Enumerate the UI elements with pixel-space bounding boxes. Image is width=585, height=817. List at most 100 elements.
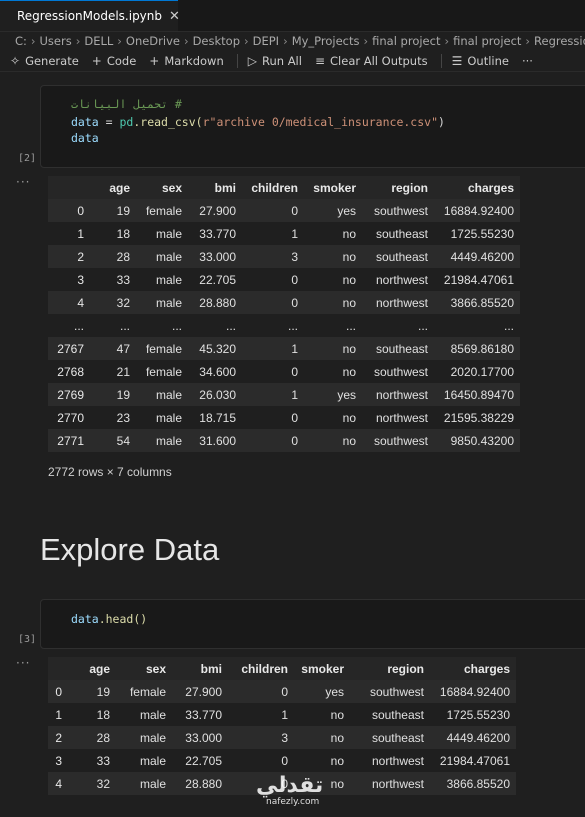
table-cell: 0 bbox=[291, 203, 298, 218]
row-index: 3 bbox=[55, 753, 62, 768]
table-cell: 34.600 bbox=[199, 364, 236, 379]
generate-button[interactable]: ✧ Generate bbox=[10, 54, 79, 68]
more-actions-button[interactable]: ··· bbox=[522, 54, 533, 68]
table-cell: no bbox=[342, 341, 356, 356]
breadcrumb-item[interactable]: My_Projects bbox=[292, 34, 360, 48]
row-index: ... bbox=[73, 318, 84, 333]
table-header-row: age sex bmi children smoker region charges bbox=[48, 657, 516, 680]
table-cell: northwest bbox=[371, 753, 424, 768]
breadcrumb-item[interactable]: Users bbox=[40, 34, 72, 48]
breadcrumb-item[interactable]: Desktop bbox=[193, 34, 240, 48]
table-cell: no bbox=[342, 364, 356, 379]
column-header: children bbox=[251, 180, 298, 195]
table-row: 2770 23 male 18.715 0 no northwest 21595.38229 bbox=[48, 406, 520, 429]
row-index: 4 bbox=[77, 295, 84, 310]
add-code-button[interactable]: + Code bbox=[92, 54, 137, 68]
chevron-right-icon: › bbox=[363, 34, 369, 48]
table-cell: 19 bbox=[116, 203, 130, 218]
chevron-right-icon: › bbox=[525, 34, 531, 48]
code-token-var: data bbox=[71, 115, 99, 129]
code-cell-3[interactable]: data.head() bbox=[40, 599, 585, 649]
run-all-button[interactable]: ▷ Run All bbox=[248, 54, 302, 68]
table-cell: northwest bbox=[375, 410, 428, 425]
close-icon[interactable]: ✕ bbox=[169, 9, 180, 24]
table-row: 1 18 male 33.770 1 no southeast 1725.55230 bbox=[48, 703, 516, 726]
table-cell: male bbox=[155, 433, 182, 448]
table-cell: southeast bbox=[375, 341, 428, 356]
row-index: 2 bbox=[55, 730, 62, 745]
column-header: bmi bbox=[214, 180, 236, 195]
table-cell: male bbox=[155, 387, 182, 402]
table-row: 0 19 female 27.900 0 yes southwest 16884.92400 bbox=[48, 199, 520, 222]
code-token-eq: = bbox=[98, 115, 120, 129]
tab-regression-notebook[interactable]: RegressionModels.ipynb ✕ bbox=[0, 0, 180, 31]
table-cell: female bbox=[145, 203, 182, 218]
table-cell: no bbox=[342, 433, 356, 448]
table-cell: 1 bbox=[291, 387, 298, 402]
table-cell: ... bbox=[225, 318, 236, 333]
column-header: smoker bbox=[313, 180, 356, 195]
sparkle-icon: ✧ bbox=[10, 54, 21, 68]
breadcrumb-item[interactable]: DELL bbox=[84, 34, 113, 48]
table-cell: 3866.85520 bbox=[446, 776, 510, 791]
code-cell-2[interactable]: # تحميل البيانات data = pd.read_csv(r"ar… bbox=[40, 85, 585, 168]
table-cell: 27.900 bbox=[199, 203, 236, 218]
column-header: age bbox=[89, 661, 110, 676]
breadcrumb-item[interactable]: final project bbox=[453, 34, 521, 48]
code-token-function: .head() bbox=[98, 612, 148, 626]
table-cell: southeast bbox=[375, 226, 428, 241]
list-icon: ☰ bbox=[451, 54, 463, 68]
outline-button[interactable]: ☰ Outline bbox=[452, 54, 509, 68]
table-cell: southwest bbox=[373, 364, 428, 379]
run-all-label: Run All bbox=[261, 54, 302, 68]
chevron-right-icon: › bbox=[183, 34, 189, 48]
table-cell: ... bbox=[171, 318, 182, 333]
clear-all-outputs-button[interactable]: ≡ Clear All Outputs bbox=[315, 54, 428, 68]
breadcrumb-item[interactable]: DEPI bbox=[253, 34, 279, 48]
markdown-heading: Explore Data bbox=[40, 532, 220, 567]
breadcrumb-item[interactable]: final project bbox=[372, 34, 440, 48]
table-cell: 2020.17700 bbox=[450, 364, 514, 379]
chevron-right-icon: › bbox=[30, 34, 36, 48]
table-cell: southeast bbox=[371, 730, 424, 745]
breadcrumb-item[interactable]: OneDrive bbox=[126, 34, 180, 48]
code-token-string: r"archive 0/medical_insurance.csv" bbox=[202, 115, 438, 129]
ellipsis-icon: ··· bbox=[521, 54, 533, 68]
column-header: bmi bbox=[200, 661, 222, 676]
table-cell: 0 bbox=[281, 684, 288, 699]
code-line-head: data.head() bbox=[71, 612, 147, 626]
column-header: charges bbox=[463, 661, 510, 676]
table-cell: 18 bbox=[116, 226, 130, 241]
toolbar-divider bbox=[236, 54, 238, 68]
table-cell: northwest bbox=[371, 776, 424, 791]
table-cell: 0 bbox=[291, 272, 298, 287]
table-cell: 28.880 bbox=[185, 776, 222, 791]
run-all-icon: ▷ bbox=[247, 54, 257, 68]
table-cell: 0 bbox=[291, 433, 298, 448]
table-row: 3 33 male 22.705 0 no northwest 21984.47061 bbox=[48, 268, 520, 291]
table-cell: ... bbox=[503, 318, 514, 333]
table-cell: male bbox=[155, 295, 182, 310]
table-cell: male bbox=[139, 776, 166, 791]
plus-icon: + bbox=[91, 54, 102, 68]
output-menu-icon[interactable]: ··· bbox=[16, 656, 30, 670]
clear-all-label: Clear All Outputs bbox=[330, 54, 428, 68]
execution-count: [2] bbox=[18, 153, 37, 164]
output-menu-icon[interactable]: ··· bbox=[16, 175, 30, 189]
table-cell: 1 bbox=[291, 226, 298, 241]
chevron-right-icon: › bbox=[117, 34, 122, 48]
column-header: charges bbox=[467, 180, 514, 195]
chevron-right-icon: › bbox=[283, 34, 288, 48]
add-markdown-button[interactable]: + Markdown bbox=[149, 54, 223, 68]
code-comment: # تحميل البيانات bbox=[71, 97, 182, 111]
table-row: 0 19 female 27.900 0 yes southwest 16884.92400 bbox=[48, 680, 516, 703]
table-cell: no bbox=[330, 707, 344, 722]
table-cell: 21984.47061 bbox=[439, 753, 510, 768]
chevron-right-icon: › bbox=[444, 34, 450, 48]
breadcrumb-item[interactable]: C: bbox=[15, 34, 27, 48]
breadcrumb-item[interactable]: Regression bbox=[534, 34, 585, 48]
dataframe-shape: 2772 rows × 7 columns bbox=[48, 465, 172, 479]
table-row: 2771 54 male 31.600 0 no southwest 9850.43200 bbox=[48, 429, 520, 452]
watermark-logo: تقدلي nafezly.com bbox=[256, 775, 323, 808]
tab-title: RegressionModels.ipynb bbox=[17, 9, 163, 23]
